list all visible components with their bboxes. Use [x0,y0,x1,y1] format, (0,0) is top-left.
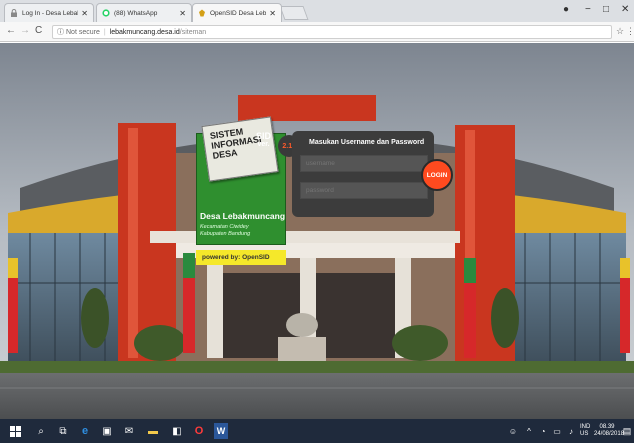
region-code: US [580,431,589,437]
task-view-icon[interactable]: ⧉ [56,423,70,439]
close-window-button[interactable]: ✕ [621,4,629,15]
tab-strip: Log In - Desa Lebakmunc ✕ (88) WhatsApp … [0,0,634,22]
notification-icon[interactable]: ▤ [622,423,632,439]
store-icon[interactable]: ▣ [100,423,114,439]
tab-opensid[interactable]: OpenSID Desa Lebakmunc ✕ [192,3,282,22]
close-icon[interactable]: ✕ [81,9,88,18]
photos-icon[interactable]: ◧ [170,423,184,439]
regency: Kabupaten Bandung [200,230,251,237]
menu-icon[interactable]: ⋮ [626,26,634,37]
edge-icon[interactable]: e [78,423,92,439]
security-label: Not secure [66,28,100,36]
garuda-icon [199,9,205,17]
chevron-up-icon[interactable]: ^ [524,423,534,439]
sid-label: SID [256,131,272,141]
subdistrict: Kecamatan Ciwidey [200,224,249,230]
village-location: Kecamatan Ciwidey Kabupaten Bandung [200,224,250,237]
whatsapp-icon [102,9,110,17]
login-button[interactable]: LOGIN [421,159,453,191]
info-icon[interactable]: ⓘ [57,27,64,37]
opera-icon[interactable]: O [192,423,206,439]
language-code: IND [580,424,591,430]
password-input[interactable] [300,182,428,199]
network-icon[interactable]: ◔ [538,423,548,439]
village-name: Desa Lebakmuncang [200,211,286,221]
page-viewport: SISTEM INFORMASI DESA SID ver. 2.11 Desa… [0,43,634,419]
login-form-title: Masukan Username dan Password [309,139,425,146]
close-icon[interactable]: ✕ [179,9,186,18]
clock[interactable]: 08.39 24/08/2018 [594,424,625,438]
close-icon[interactable]: ✕ [269,9,276,18]
forward-arrow-icon[interactable]: → [20,25,30,36]
word-icon[interactable]: W [214,423,228,439]
tab-title: Log In - Desa Lebakmunc [22,9,78,17]
powered-by-link[interactable]: powered by: OpenSID [196,250,286,265]
back-arrow-icon[interactable]: ← [6,25,16,36]
sid-version-label: SID ver. [256,131,271,148]
browser-toolbar: ← → C ⓘ Not secure | lebakmuncang.desa.i… [0,22,634,42]
tab-title: (88) WhatsApp [114,9,158,17]
brand-line: DESA [211,147,239,161]
reload-icon[interactable]: C [35,25,42,36]
tab-whatsapp[interactable]: (88) WhatsApp ✕ [96,3,192,22]
battery-icon[interactable]: ▭ [552,423,562,439]
search-icon[interactable]: ⌕ [34,423,48,439]
tab-login[interactable]: Log In - Desa Lebakmunc ✕ [4,3,94,22]
clock-time: 08.39 [599,424,615,430]
windows-start-icon[interactable] [8,423,22,439]
windows-taskbar: ⌕ ⧉ e ▣ ✉ ▬ ◧ O W ☺ ^ ◔ ▭ ♪ IND US 08.39… [0,419,634,443]
address-bar[interactable]: ⓘ Not secure | lebakmuncang.desa.id /sit… [52,25,612,39]
sid-logo-book: SISTEM INFORMASI DESA [201,116,279,182]
volume-icon[interactable]: ♪ [566,423,576,439]
language-indicator[interactable]: IND US [580,424,590,438]
lock-icon [11,9,17,17]
file-explorer-icon[interactable]: ▬ [146,423,160,439]
ver-label: ver. [257,141,270,148]
bookmark-star-icon[interactable]: ☆ [616,26,624,37]
divider: | [103,28,106,36]
building-background [0,43,634,419]
username-input[interactable] [300,155,428,172]
url-path: /siteman [179,28,207,36]
mail-icon[interactable]: ✉ [122,423,136,439]
clock-date: 24/08/2018 [594,431,625,437]
maximize-button[interactable]: □ [603,4,609,15]
profile-icon[interactable]: ● [563,4,569,15]
minimize-button[interactable]: − [585,4,591,15]
new-tab-button[interactable] [279,6,309,20]
people-icon[interactable]: ☺ [508,423,518,439]
tab-title: OpenSID Desa Lebakmunc [210,9,267,17]
url-host: lebakmuncang.desa.id [109,28,180,36]
